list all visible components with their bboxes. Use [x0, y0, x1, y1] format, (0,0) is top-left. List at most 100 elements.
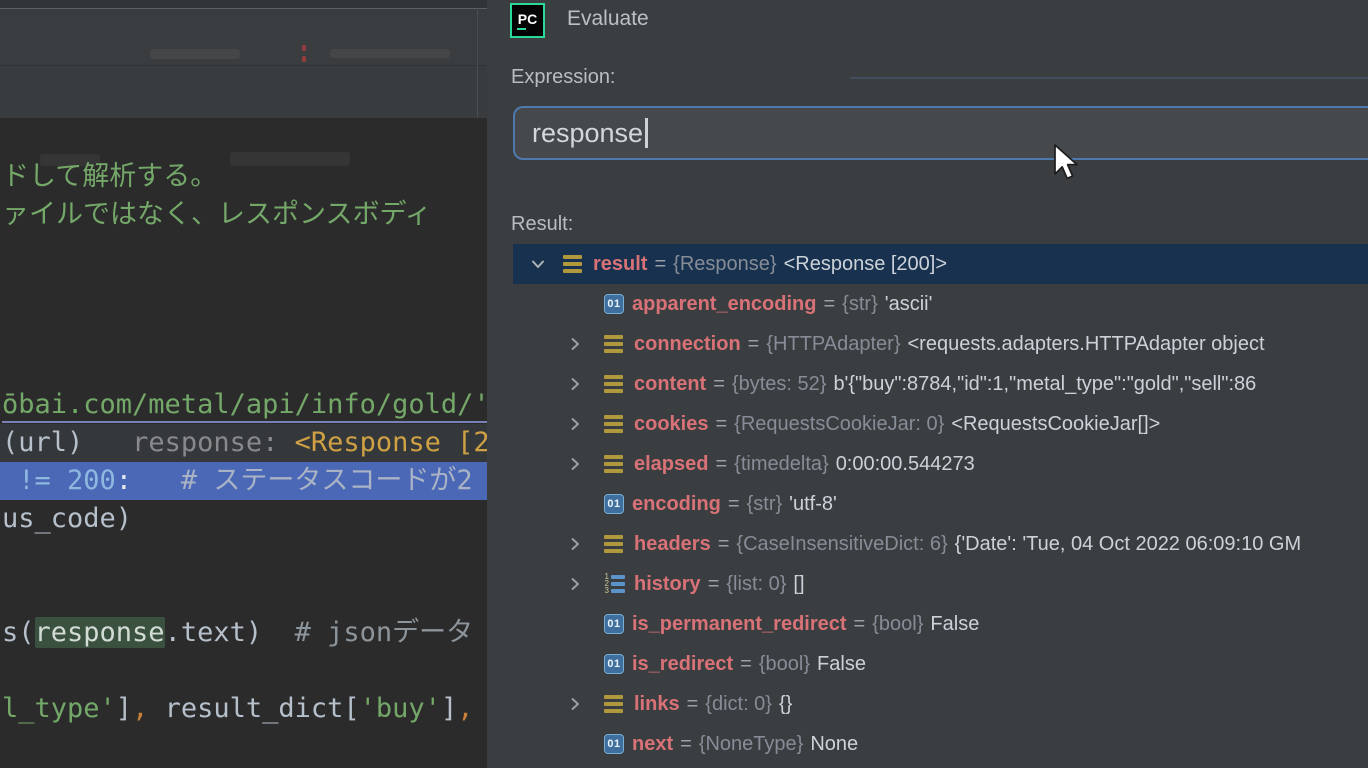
code-segment: != 200: [2, 465, 116, 496]
variable-row-next[interactable]: 01next={NoneType}None: [513, 724, 1368, 764]
dialog-title: Evaluate: [567, 7, 649, 31]
equals-sign: =: [748, 333, 760, 356]
primitive-icon: 01: [604, 734, 624, 754]
code-segment: (url): [2, 427, 83, 458]
variable-type: {NoneType}: [699, 733, 804, 756]
variable-row-history[interactable]: 123history={list: 0}[]: [513, 564, 1368, 604]
equals-sign: =: [823, 293, 835, 316]
variable-value: False: [817, 653, 866, 676]
expand-icon[interactable]: [565, 574, 585, 594]
evaluate-dialog: PC Evaluate Expression: response Result:…: [487, 0, 1368, 768]
primitive-icon: 01: [604, 494, 624, 514]
variable-value: b'{"buy":8784,"id":1,"metal_type":"gold"…: [833, 373, 1256, 396]
mouse-cursor: [1052, 143, 1082, 185]
variable-row-headers[interactable]: headers={CaseInsensitiveDict: 6}{'Date':…: [513, 524, 1368, 564]
variable-type: {list: 0}: [726, 573, 786, 596]
variable-type: {timedelta}: [734, 453, 829, 476]
primitive-icon: 01: [604, 614, 624, 634]
variable-row-content[interactable]: content={bytes: 52}b'{"buy":8784,"id":1,…: [513, 364, 1368, 404]
code-line[interactable]: != 200: # ステータスコードが2: [0, 462, 487, 500]
variable-value: {'Date': 'Tue, 04 Oct 2022 06:09:10 GM: [955, 533, 1301, 556]
variable-type: {CaseInsensitiveDict: 6}: [736, 533, 947, 556]
code-line[interactable]: l_type'], result_dict['buy'], r: [0, 690, 487, 728]
code-line[interactable]: ドして解析する。: [0, 158, 487, 196]
equals-sign: =: [728, 493, 740, 516]
expander-spacer: [565, 734, 585, 754]
code-segment: ァイルではなく、レスポンスボディ: [2, 199, 432, 230]
primitive-icon: 01: [604, 654, 624, 674]
variable-row-is_permanent_redirect[interactable]: 01is_permanent_redirect={bool}False: [513, 604, 1368, 644]
code-segment: response: [35, 617, 165, 648]
window-top-strip: [0, 0, 487, 9]
panel-divider: [477, 8, 478, 118]
variable-row-is_redirect[interactable]: 01is_redirect={bool}False: [513, 644, 1368, 684]
expression-label: Expression:: [511, 66, 616, 89]
equals-sign: =: [854, 613, 866, 636]
code-segment: ]: [441, 693, 457, 724]
variable-row-connection[interactable]: connection={HTTPAdapter}<requests.adapte…: [513, 324, 1368, 364]
variable-type: {HTTPAdapter}: [766, 333, 900, 356]
blur-artifact: [330, 49, 450, 58]
variable-value: <requests.adapters.HTTPAdapter object: [908, 333, 1265, 356]
variable-value: []: [793, 573, 804, 596]
code-segment: ōbai.com/metal/api/info/gold/': [2, 389, 487, 423]
variable-row-encoding[interactable]: 01encoding={str}'utf-8': [513, 484, 1368, 524]
expand-icon[interactable]: [565, 454, 585, 474]
equals-sign: =: [680, 733, 692, 756]
variable-row-result[interactable]: result={Response}<Response [200]>: [513, 244, 1368, 284]
expand-icon[interactable]: [565, 374, 585, 394]
variable-name: is_redirect: [632, 653, 733, 676]
expand-icon[interactable]: [565, 534, 585, 554]
equals-sign: =: [687, 693, 699, 716]
object-icon: [604, 694, 626, 714]
collapse-icon[interactable]: [528, 254, 548, 274]
variable-value: <RequestsCookieJar[]>: [951, 413, 1160, 436]
object-icon: [563, 254, 585, 274]
code-area[interactable]: ドして解析する。ァイルではなく、レスポンスボディ ōbai.com/metal/a…: [0, 118, 487, 768]
code-segment: l_type': [2, 693, 116, 724]
code-line[interactable]: ōbai.com/metal/api/info/gold/': [0, 386, 487, 424]
blur-artifact-red: [302, 56, 306, 62]
primitive-icon: 01: [604, 294, 624, 314]
code-line[interactable]: (url) response: <Response [20: [0, 424, 487, 462]
blur-artifact: [150, 49, 240, 59]
blur-artifact-red: [302, 45, 306, 51]
code-segment: r: [473, 693, 487, 724]
variable-value: 'utf-8': [789, 493, 837, 516]
expander-spacer: [565, 294, 585, 314]
result-tree: result={Response}<Response [200]> 01 appar…: [513, 244, 1368, 764]
blur-artifact-line: [850, 77, 1368, 79]
expand-icon[interactable]: [565, 414, 585, 434]
variable-type: {Response}: [673, 253, 776, 276]
expand-icon[interactable]: [565, 334, 585, 354]
code-segment: <Response [20: [295, 427, 487, 458]
object-icon: [604, 374, 626, 394]
variable-type: {dict: 0}: [705, 693, 772, 716]
code-line[interactable]: ァイルではなく、レスポンスボディ: [0, 196, 487, 234]
code-line[interactable]: s(response.text) # jsonデータ: [0, 614, 487, 652]
variable-name: cookies: [634, 413, 708, 436]
variable-value: {}: [779, 693, 792, 716]
code-segment: 'buy': [360, 693, 441, 724]
tabs-blur-band: [0, 66, 487, 118]
variable-row-elapsed[interactable]: elapsed={timedelta}0:00:00.544273: [513, 444, 1368, 484]
variable-value: 0:00:00.544273: [836, 453, 975, 476]
equals-sign: =: [715, 453, 727, 476]
code-line[interactable]: us_code): [0, 500, 487, 538]
variable-type: {str}: [842, 293, 878, 316]
code-segment: # ステータスコードが2: [132, 465, 473, 496]
code-segment: ,: [457, 693, 473, 724]
code-segment: us_code): [2, 503, 132, 534]
screenshot-root: ドして解析する。ァイルではなく、レスポンスボディ ōbai.com/metal/a…: [0, 0, 1368, 768]
variable-row-apparent_encoding[interactable]: 01apparent_encoding={str}'ascii': [513, 284, 1368, 324]
variable-name: history: [634, 573, 701, 596]
variable-name: apparent_encoding: [632, 293, 816, 316]
expression-input[interactable]: response: [513, 106, 1368, 160]
variable-row-links[interactable]: links={dict: 0}{}: [513, 684, 1368, 724]
object-icon: [604, 534, 626, 554]
variable-row-cookies[interactable]: cookies={RequestsCookieJar: 0}<RequestsC…: [513, 404, 1368, 444]
code-segment: ,: [132, 693, 148, 724]
expand-icon[interactable]: [565, 694, 585, 714]
variable-name: is_permanent_redirect: [632, 613, 847, 636]
expander-spacer: [565, 494, 585, 514]
